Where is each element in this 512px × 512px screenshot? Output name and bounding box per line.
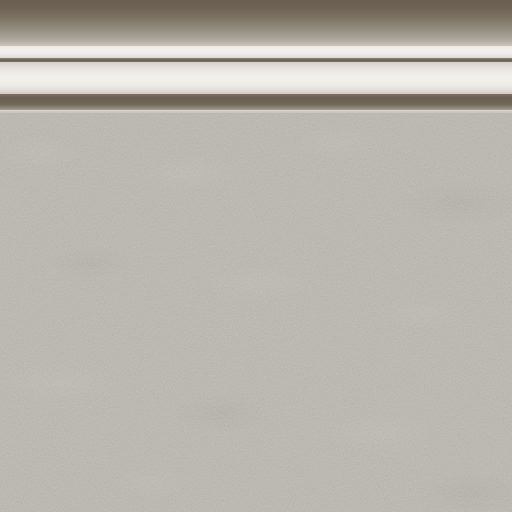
wall-texture [0,0,512,512]
plaster-noise [0,113,512,512]
molding-light-strip-lower [0,62,512,94]
molding-top-band [0,0,512,46]
plaster-wall [0,113,512,512]
molding-light-strip-upper [0,46,512,58]
molding-bottom-band [0,94,512,110]
